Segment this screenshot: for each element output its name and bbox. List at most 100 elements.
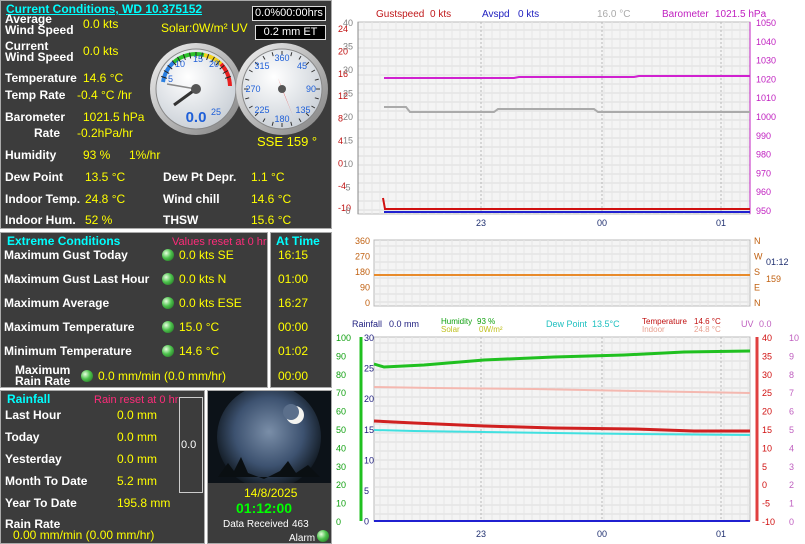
rainfall-row-label: Today <box>5 430 40 444</box>
compass-tick-270: 270 <box>245 84 260 94</box>
wind-left2-tick: 0 <box>345 206 350 216</box>
temperature-label: Temperature <box>5 71 77 85</box>
extreme-row-value: 0.0 kts N <box>179 272 227 286</box>
compass-tick-135: 135 <box>295 105 310 115</box>
rain-left1-tick: 30 <box>336 462 346 472</box>
extreme-title: Extreme Conditions <box>7 234 121 248</box>
dir-right-letter: E <box>754 283 760 293</box>
dir-left-tick: 270 <box>355 252 370 262</box>
rain-left1-tick: 100 <box>336 333 351 343</box>
rainfall-row-value: 0.0 mm <box>117 452 158 466</box>
rain-left2-tick: 15 <box>364 425 374 435</box>
wind-left2-tick: 30 <box>343 65 353 75</box>
extreme-row-led <box>162 297 174 309</box>
rain-right1-tick: 5 <box>762 462 767 472</box>
dir-right-letter: N <box>754 298 761 308</box>
dew-point-label: Dew Point <box>5 170 64 184</box>
dew-depr-value: 1.1 °C <box>251 170 285 184</box>
uv-label: UV <box>741 319 754 329</box>
wind-speed-gauge: 5 10 15 20 25 0.0 <box>150 43 242 135</box>
indoor-chart-value: 24.8 °C <box>694 325 721 334</box>
humidity-rate: 1%/hr <box>129 148 161 162</box>
x-tick-23: 23 <box>476 218 486 228</box>
dir-left-tick: 180 <box>355 267 370 277</box>
wind-left2-tick: 15 <box>343 136 353 146</box>
rainfall-row-label: Year To Date <box>5 496 77 510</box>
dir-right-letter: W <box>754 252 763 262</box>
max-rain-rate-value: 0.0 mm/min (0.0 mm/hr) <box>98 369 227 383</box>
rain-left2-tick: 10 <box>364 455 374 465</box>
rain-rate-value: 0.00 mm/min (0.00 mm/hr) <box>13 528 155 542</box>
max-rain-rate-time: 00:00 <box>278 369 309 383</box>
dir-left-tick: 90 <box>360 283 370 293</box>
rain-left1-tick: 60 <box>336 407 346 417</box>
status-panel: 14/8/2025 01:12:00 Data Received 463 Ala… <box>207 390 332 544</box>
extreme-row-time: 01:00 <box>278 272 309 286</box>
average-wind-label: Average Wind Speed <box>5 12 74 37</box>
extreme-row-time: 00:00 <box>278 320 309 334</box>
extreme-row-label: Maximum Gust Last Hour <box>4 272 150 286</box>
extreme-row-led <box>162 345 174 357</box>
thsw-label: THSW <box>163 213 199 227</box>
wind-left2-tick: 10 <box>343 159 353 169</box>
extreme-row-led <box>162 273 174 285</box>
extreme-row-value: 15.0 °C <box>179 320 220 334</box>
current-conditions-panel: Current Conditions, WD 10.375152 Average… <box>0 0 332 229</box>
rain-right1-tick: 40 <box>762 333 772 343</box>
gauge-speed-value: 0.0 <box>186 109 207 126</box>
wind-left2-tick: 40 <box>343 18 353 28</box>
rain-right2-tick: 7 <box>789 388 794 398</box>
dir-left-tick: 0 <box>365 298 370 308</box>
extreme-row-time: 16:15 <box>278 248 309 262</box>
extreme-row-label: Minimum Temperature <box>4 344 132 358</box>
wind-right-tick: 980 <box>756 150 771 160</box>
temp-rate-value: -0.4 °C /hr <box>77 88 132 102</box>
rain-right1-tick: 10 <box>762 443 772 453</box>
wind-right-tick: 1010 <box>756 93 776 103</box>
dew-chart-value: 13.5°C <box>592 319 620 329</box>
rain-right2-tick: 9 <box>789 351 794 361</box>
rain-right2-tick: 8 <box>789 370 794 380</box>
rainfall-row-value: 5.2 mm <box>117 474 158 488</box>
extreme-row-value: 0.0 kts ESE <box>179 296 242 310</box>
gust-value: 0 kts <box>430 9 451 20</box>
x-tick-00: 00 <box>597 218 607 228</box>
extreme-row-label: Maximum Temperature <box>4 320 135 334</box>
rain-left1-tick: 80 <box>336 370 346 380</box>
rain-left1-tick: 50 <box>336 425 346 435</box>
rain-left2-tick: 0 <box>364 517 369 527</box>
extreme-row-led <box>162 249 174 261</box>
temp-rate-label: Temp Rate <box>5 88 66 102</box>
wind-right-tick: 1030 <box>756 56 776 66</box>
rain-humidity-chart: Rainfall 0.0 mm Humidity 93 % Solar 0W/m… <box>336 317 799 539</box>
rain-left1-tick: 20 <box>336 480 346 490</box>
uv-value: 0.0 <box>759 319 772 329</box>
status-date: 14/8/2025 <box>244 486 298 500</box>
rain-right2-tick: 4 <box>789 443 794 453</box>
wind-chill-label: Wind chill <box>163 192 220 206</box>
indoor-temp-value: 24.8 °C <box>85 192 126 206</box>
rain-left2-tick: 5 <box>364 486 369 496</box>
rain-right1-tick: 15 <box>762 425 772 435</box>
wind-chill-value: 14.6 °C <box>251 192 292 206</box>
max-rain-rate-label: Maximum Rain Rate <box>15 363 71 388</box>
alarm-led[interactable] <box>317 530 329 542</box>
current-wind-label: Current Wind Speed <box>5 39 74 64</box>
rainfall-row-value: 0.0 mm <box>117 408 158 422</box>
barometer-value: 1021.5 hPa <box>83 110 145 124</box>
dew-depr-label: Dew Pt Depr. <box>163 170 237 184</box>
data-received-value: 463 <box>292 519 309 530</box>
rain-right2-tick: 6 <box>789 407 794 417</box>
humidity-label: Humidity <box>5 148 57 162</box>
speed-tick-20: 20 <box>209 59 219 69</box>
wind-direction-compass: 360 45 90 135 180 225 270 315 <box>236 43 328 135</box>
et-box: 0.2 mm ET <box>255 25 326 40</box>
indoor-humidity-value: 52 % <box>85 213 113 227</box>
rain-left1-tick: 90 <box>336 351 346 361</box>
rain-left2-tick: 30 <box>364 333 374 343</box>
wind-left2-tick: 20 <box>343 112 353 122</box>
rain-right2-tick: 10 <box>789 333 799 343</box>
rainfall-panel: Rainfall Rain reset at 0 hr Last Hour 0.0… <box>0 390 205 544</box>
wind-right-tick: 990 <box>756 131 771 141</box>
data-received-label: Data Received <box>223 519 289 530</box>
